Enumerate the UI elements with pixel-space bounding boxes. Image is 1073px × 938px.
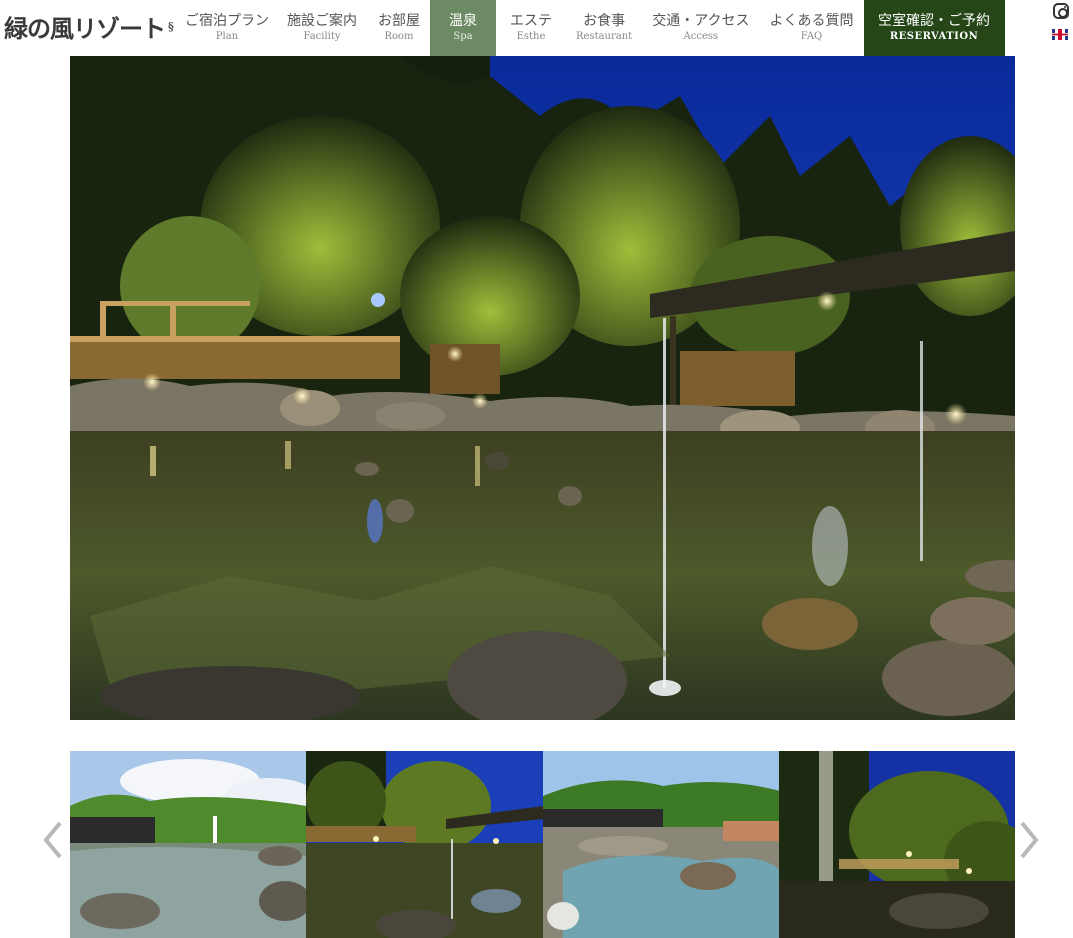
main-nav: ご宿泊プラン Plan 施設ご案内 Facility お部屋 Room 温泉 S… — [178, 0, 1005, 56]
nav-label-en: Facility — [303, 31, 341, 42]
nav-label-jp: エステ — [510, 13, 552, 29]
nav-label-jp: お部屋 — [378, 13, 420, 29]
hero-image — [70, 56, 1015, 720]
reservation-label-jp: 空室確認・ご予約 — [878, 13, 991, 29]
gallery-prev-button[interactable] — [42, 820, 64, 860]
gallery-thumbnail[interactable] — [778, 751, 1015, 938]
nav-item-access[interactable]: 交通・アクセス Access — [642, 0, 759, 56]
site-header: 緑の風リゾート § ご宿泊プラン Plan 施設ご案内 Facility お部屋… — [0, 0, 1073, 56]
nav-item-facility[interactable]: 施設ご案内 Facility — [276, 0, 368, 56]
nav-item-restaurant[interactable]: お食事 Restaurant — [566, 0, 642, 56]
gallery-thumbnail[interactable] — [542, 751, 779, 938]
gallery-thumbnail[interactable] — [70, 751, 307, 938]
nav-label-en: Spa — [453, 31, 473, 42]
chevron-right-icon — [1020, 821, 1039, 859]
chevron-left-icon — [43, 821, 62, 859]
instagram-icon[interactable] — [1053, 3, 1069, 19]
reservation-label-en: RESERVATION — [889, 31, 979, 42]
nav-label-jp: よくある質問 — [769, 13, 854, 29]
gallery-next-button[interactable] — [1018, 820, 1040, 860]
gallery-thumbnails — [70, 751, 1015, 938]
logo-text: 緑の風リゾート — [4, 13, 166, 43]
nav-label-en: Restaurant — [576, 31, 633, 42]
nav-item-plan[interactable]: ご宿泊プラン Plan — [178, 0, 276, 56]
nav-label-jp: 施設ご案内 — [287, 13, 357, 29]
nav-item-esthe[interactable]: エステ Esthe — [496, 0, 566, 56]
site-logo[interactable]: 緑の風リゾート § — [4, 8, 174, 44]
uk-flag-icon[interactable] — [1052, 29, 1068, 40]
nav-label-jp: 温泉 — [449, 13, 477, 29]
logo-mark: § — [168, 19, 174, 33]
gallery-thumbnail[interactable] — [306, 751, 543, 938]
nav-label-en: Plan — [215, 31, 239, 42]
nav-label-jp: 交通・アクセス — [652, 13, 750, 29]
nav-label-en: Room — [384, 31, 414, 42]
nav-item-spa[interactable]: 温泉 Spa — [430, 0, 496, 56]
nav-label-en: Esthe — [516, 31, 546, 42]
nav-item-room[interactable]: お部屋 Room — [368, 0, 430, 56]
reservation-button[interactable]: 空室確認・ご予約 RESERVATION — [863, 0, 1005, 56]
nav-label-jp: ご宿泊プラン — [185, 13, 269, 29]
nav-label-jp: お食事 — [583, 13, 626, 29]
social-links — [1051, 2, 1073, 52]
nav-label-en: Access — [683, 31, 719, 42]
nav-item-faq[interactable]: よくある質問 FAQ — [760, 0, 864, 56]
nav-label-en: FAQ — [800, 31, 823, 42]
